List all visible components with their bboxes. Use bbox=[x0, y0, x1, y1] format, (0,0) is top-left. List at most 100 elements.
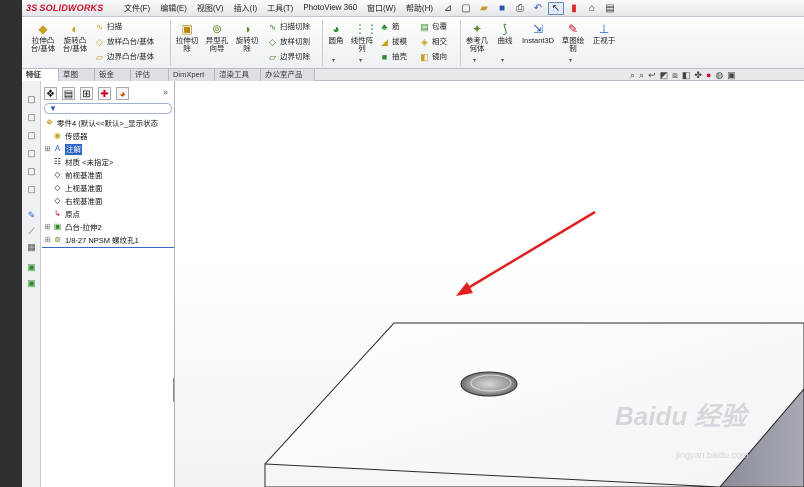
tab-office-products[interactable]: 办公室产品 bbox=[261, 69, 315, 81]
wrap-button[interactable]: ▤ 包覆 bbox=[419, 21, 447, 32]
previous-view-icon[interactable]: ↩ bbox=[648, 70, 656, 81]
instant3d-button[interactable]: ⇲ Instant3D bbox=[519, 22, 557, 45]
curves-button[interactable]: ⟆ 曲线 bbox=[494, 22, 516, 45]
hide-show-items-icon[interactable]: ✤ bbox=[694, 70, 702, 81]
swept-cut-button[interactable]: ∿ 扫描切除 bbox=[267, 21, 310, 32]
tree-item-thread-hole[interactable]: ⊞ ⊚ 1/8-27 NPSM 螺纹孔1 bbox=[44, 234, 139, 246]
tree-item-boss-extrude[interactable]: ⊞ ▣ 凸台-拉伸2 bbox=[44, 221, 102, 233]
boundary-cut-button[interactable]: ▱ 边界切除 bbox=[267, 51, 310, 62]
sketch-dropdown-icon[interactable]: ▾ bbox=[569, 57, 572, 64]
tree-item-origin[interactable]: ↳ 原点 bbox=[44, 208, 80, 220]
file-properties-icon[interactable]: ⌂ bbox=[584, 2, 600, 15]
pin-icon[interactable]: ⊿ bbox=[440, 2, 456, 15]
options-icon[interactable]: ▤ bbox=[602, 2, 618, 15]
feature-manager-tab-icon[interactable]: ❖ bbox=[44, 87, 57, 100]
tab-render-tools[interactable]: 渲染工具 bbox=[215, 69, 261, 81]
revolve-boss-button[interactable]: ◐ 旋转凸 台/基体 bbox=[60, 22, 90, 53]
scene-icon[interactable]: ◍ bbox=[715, 70, 723, 81]
zoom-to-fit-icon[interactable]: ⌕ bbox=[630, 70, 635, 81]
view-cube-icon[interactable]: ▢ bbox=[25, 147, 38, 159]
swept-cut-icon: ∿ bbox=[268, 21, 277, 32]
sweep-button[interactable]: ∿ 扫描 bbox=[94, 21, 122, 32]
tab-dimxpert[interactable]: DimXpert bbox=[169, 69, 215, 81]
menu-file[interactable]: 文件(F) bbox=[119, 3, 155, 15]
tree-item-material[interactable]: ☷ 材质 <未指定> bbox=[44, 156, 113, 168]
view-orientation-icon[interactable]: ⧈ bbox=[672, 70, 678, 81]
section-view-icon[interactable]: ◩ bbox=[660, 70, 669, 81]
reference-dropdown-icon[interactable]: ▾ bbox=[473, 57, 476, 64]
extrude-boss-button[interactable]: ◆ 拉伸凸 台/基体 bbox=[28, 22, 58, 53]
feature-icon[interactable]: ▣ bbox=[25, 261, 38, 273]
menu-help[interactable]: 帮助(H) bbox=[401, 3, 438, 15]
reference-geometry-button[interactable]: ✦ 参考几 何体 bbox=[463, 22, 491, 53]
extrude-cut-label: 拉伸切 除 bbox=[175, 36, 199, 53]
callout-arrow-shaft bbox=[462, 210, 596, 293]
menu-edit[interactable]: 编辑(E) bbox=[155, 3, 192, 15]
tab-evaluate[interactable]: 评估 bbox=[131, 69, 169, 81]
tree-item-right-plane[interactable]: ◇ 右视基准面 bbox=[44, 195, 102, 207]
expand-panel-icon[interactable]: » bbox=[163, 87, 168, 97]
tab-features[interactable]: 特征 bbox=[22, 69, 59, 81]
menu-window[interactable]: 窗口(W) bbox=[362, 3, 401, 15]
print-icon[interactable]: ⎙ bbox=[512, 2, 528, 15]
pattern-dropdown-icon[interactable]: ▾ bbox=[359, 57, 362, 64]
boundary-boss-button[interactable]: ▱ 边界凸台/基体 bbox=[94, 51, 154, 62]
appearance-icon[interactable]: ● bbox=[706, 70, 711, 81]
curves-label: 曲线 bbox=[497, 36, 513, 45]
view-cube-icon[interactable]: ▢ bbox=[25, 165, 38, 177]
fillet-dropdown-icon[interactable]: ▾ bbox=[332, 57, 335, 64]
curves-dropdown-icon[interactable]: ▾ bbox=[501, 57, 504, 64]
intersect-button[interactable]: ◈ 相交 bbox=[419, 36, 447, 47]
tree-item-part[interactable]: ❖ 零件4 (默认<<默认>_显示状态 bbox=[44, 117, 158, 129]
view-cube-icon[interactable]: ▢ bbox=[25, 183, 38, 195]
sketch-button[interactable]: ✎ 草图绘 制 bbox=[559, 22, 587, 53]
linear-pattern-icon: ⋮⋮ bbox=[354, 22, 378, 36]
shell-button[interactable]: ■ 抽壳 bbox=[379, 51, 407, 62]
loft-boss-button[interactable]: ◇ 放样凸台/基体 bbox=[94, 36, 154, 47]
view-cube-icon[interactable]: ▢ bbox=[25, 93, 38, 105]
rollback-bar[interactable] bbox=[42, 247, 174, 248]
menu-photoview[interactable]: PhotoView 360 bbox=[298, 3, 362, 15]
new-document-icon[interactable]: ▢ bbox=[458, 2, 474, 15]
open-folder-icon[interactable]: ▰ bbox=[476, 2, 492, 15]
tab-sheet-metal[interactable]: 钣金 bbox=[95, 69, 131, 81]
smart-dimension-icon[interactable]: ⟋ bbox=[25, 225, 38, 237]
display-style-icon[interactable]: ◧ bbox=[682, 70, 691, 81]
tree-item-sensors[interactable]: ◉ 传感器 bbox=[44, 130, 88, 142]
sketch-tool-icon[interactable]: ✎ bbox=[25, 209, 38, 221]
table-icon[interactable]: ▦ bbox=[25, 241, 38, 253]
mirror-button[interactable]: ◧ 镜向 bbox=[419, 51, 447, 62]
feature-filter-bar[interactable]: ▼ bbox=[44, 103, 172, 114]
property-manager-tab-icon[interactable]: ▤ bbox=[62, 87, 75, 100]
lofted-cut-button[interactable]: ◇ 放样切割 bbox=[267, 36, 310, 47]
feature-icon[interactable]: ▣ bbox=[25, 277, 38, 289]
rebuild-icon[interactable]: ▮ bbox=[566, 2, 582, 15]
tree-item-top-plane[interactable]: ◇ 上视基准面 bbox=[44, 182, 102, 194]
linear-pattern-button[interactable]: ⋮⋮ 线性阵 列 bbox=[348, 22, 378, 53]
extrude-cut-button[interactable]: ▣ 拉伸切 除 bbox=[173, 22, 201, 53]
tree-item-annotations[interactable]: ⊞ A 注解 bbox=[44, 143, 82, 155]
normal-to-button[interactable]: ⊥ 正视于 bbox=[589, 22, 619, 45]
menu-insert[interactable]: 插入(I) bbox=[229, 3, 263, 15]
revolve-cut-button[interactable]: ◑ 旋转切 除 bbox=[233, 22, 261, 53]
view-cube-icon[interactable]: ▢ bbox=[25, 129, 38, 141]
menu-tools[interactable]: 工具(T) bbox=[262, 3, 298, 15]
sensor-icon: ◉ bbox=[54, 131, 61, 140]
expand-icon: ⊞ bbox=[44, 237, 51, 244]
rib-button[interactable]: ♣ 筋 bbox=[379, 21, 400, 32]
dimxpert-manager-tab-icon[interactable]: ✚ bbox=[98, 87, 111, 100]
configuration-manager-tab-icon[interactable]: ⊞ bbox=[80, 87, 93, 100]
save-icon[interactable]: ■ bbox=[494, 2, 510, 15]
fillet-button[interactable]: ◕ 圆角 bbox=[325, 22, 347, 45]
tree-item-front-plane[interactable]: ◇ 前视基准面 bbox=[44, 169, 102, 181]
undo-icon[interactable]: ↶ bbox=[530, 2, 546, 15]
view-cube-icon[interactable]: ▢ bbox=[25, 111, 38, 123]
zoom-to-area-icon[interactable]: ⌕ bbox=[639, 70, 644, 81]
menu-view[interactable]: 视图(V) bbox=[192, 3, 229, 15]
hole-wizard-button[interactable]: ⊚ 异型孔 向导 bbox=[203, 22, 231, 53]
draft-button[interactable]: ◢ 拔模 bbox=[379, 36, 407, 47]
display-manager-tab-icon[interactable]: ◕ bbox=[116, 87, 129, 100]
tab-sketch[interactable]: 草图 bbox=[59, 69, 95, 81]
view-settings-icon[interactable]: ▣ bbox=[727, 70, 736, 81]
select-cursor-icon[interactable]: ↖ bbox=[548, 1, 564, 15]
